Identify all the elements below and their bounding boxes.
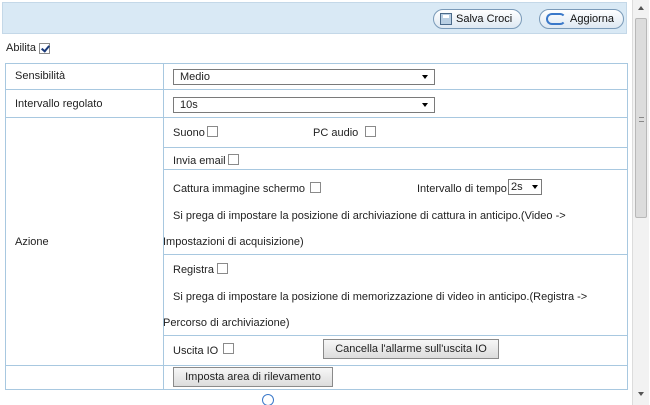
save-button[interactable]: Salva Croci [433,9,522,29]
snapshot-note-line1: Si prega di impostare la posizione di ar… [173,210,566,222]
sensitivity-select[interactable]: Medio [173,69,435,85]
set-detection-area-button[interactable]: Imposta area di rilevamento [173,367,333,387]
sound-checkbox[interactable] [207,126,218,137]
pc-audio-checkbox[interactable] [365,126,376,137]
time-interval-select[interactable]: 2s [508,179,542,195]
email-checkbox[interactable] [228,154,239,165]
record-note-line2: Percorso di archiviazione) [163,317,290,329]
info-icon [262,394,274,405]
save-disk-icon [440,13,452,25]
vertical-scrollbar[interactable] [632,0,649,405]
enable-row: Abilita [6,42,50,54]
toolbar: Salva Croci Aggiorna [2,2,627,34]
grip-icon [639,117,644,122]
sensitivity-value: Medio [180,71,210,83]
chevron-down-icon [422,103,428,107]
interval-select[interactable]: 10s [173,97,435,113]
sensitivity-label: Sensibilità [15,70,66,82]
snapshot-checkbox[interactable] [310,182,321,193]
record-label: Registra [173,264,214,276]
snapshot-label: Cattura immagine schermo [173,183,306,195]
chevron-down-icon [422,75,428,79]
record-note-line1: Si prega di impostare la posizione di me… [173,291,588,303]
save-button-label: Salva Croci [456,13,513,25]
action-label: Azione [15,236,49,248]
time-interval-value: 2s [511,181,523,193]
refresh-icon [546,13,566,25]
refresh-button-label: Aggiorna [570,13,615,25]
scrollbar-thumb[interactable] [635,18,647,218]
io-out-label: Uscita IO [173,345,219,357]
io-out-checkbox[interactable] [223,343,234,354]
clear-io-alarm-button[interactable]: Cancella l'allarme sull'uscita IO [323,339,499,359]
sound-label: Suono [173,127,205,139]
interval-label: Intervallo regolato [15,98,103,110]
email-label: Invia email [173,155,226,167]
refresh-button[interactable]: Aggiorna [539,9,624,29]
record-checkbox[interactable] [217,263,228,274]
chevron-down-icon [532,185,538,189]
pc-audio-label: PC audio [313,127,359,139]
enable-checkbox[interactable] [38,42,50,54]
scroll-down-icon[interactable] [638,392,644,396]
scroll-up-icon[interactable] [638,6,644,10]
enable-label: Abilita [6,42,36,54]
time-interval-label: Intervallo di tempo [417,183,507,195]
interval-value: 10s [180,99,198,111]
snapshot-note-line2: Impostazioni di acquisizione) [163,236,304,248]
